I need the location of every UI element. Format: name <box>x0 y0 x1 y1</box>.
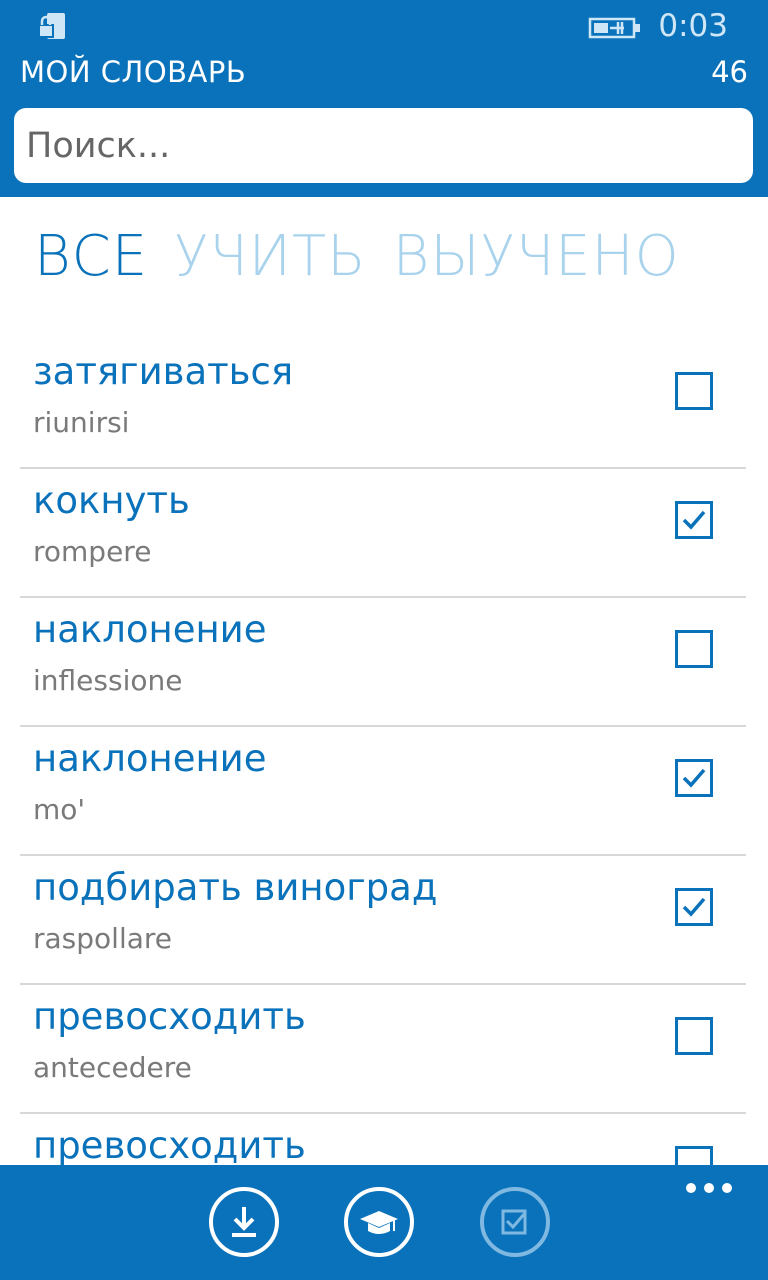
learned-checkbox[interactable] <box>675 1017 713 1055</box>
learned-checkbox[interactable] <box>675 630 713 668</box>
checkmark-icon <box>682 768 706 788</box>
app-bar <box>0 1165 768 1280</box>
list-item[interactable]: подбирать виноград raspollare <box>20 856 746 985</box>
checkbox-icon <box>501 1209 527 1235</box>
download-icon <box>232 1207 256 1237</box>
learned-checkbox[interactable] <box>675 372 713 410</box>
list-item[interactable]: наклонение inflessione <box>20 598 746 727</box>
word-text: наклонение <box>33 608 267 651</box>
tab-all[interactable]: ВСЕ <box>34 224 148 289</box>
translation-text: rompere <box>33 535 152 568</box>
search-input[interactable] <box>14 108 753 183</box>
tab-learn[interactable]: УЧИТЬ <box>174 224 366 289</box>
tab-learned[interactable]: ВЫУЧЕНО <box>393 224 680 289</box>
list-item[interactable]: затягиваться riunirsi <box>20 340 746 469</box>
word-text: подбирать виноград <box>33 866 438 909</box>
word-count: 46 <box>711 55 748 89</box>
translation-text: inflessione <box>33 664 183 697</box>
learned-checkbox[interactable] <box>675 501 713 539</box>
status-time: 0:03 <box>658 8 728 44</box>
page-title: МОЙ СЛОВАРЬ <box>20 55 247 89</box>
word-text: превосходить <box>33 1124 306 1166</box>
translation-text: riunirsi <box>33 406 130 439</box>
translation-text: mo' <box>33 793 86 826</box>
download-button[interactable] <box>209 1187 279 1257</box>
word-text: наклонение <box>33 737 267 780</box>
learned-checkbox[interactable] <box>675 888 713 926</box>
word-text: превосходить <box>33 995 306 1038</box>
word-text: кокнуть <box>33 479 190 522</box>
word-list: затягиваться riunirsi кокнуть rompere на… <box>20 340 746 1166</box>
list-item[interactable]: превосходить antecedere <box>20 985 746 1114</box>
checkmark-icon <box>682 897 706 917</box>
list-item[interactable]: превосходить <box>20 1114 746 1166</box>
word-text: затягиваться <box>33 350 294 393</box>
lock-icon <box>38 13 65 39</box>
translation-text: raspollare <box>33 922 173 955</box>
learned-checkbox[interactable] <box>675 1146 713 1166</box>
list-item[interactable]: наклонение mo' <box>20 727 746 856</box>
learned-checkbox[interactable] <box>675 759 713 797</box>
battery-charging-icon <box>588 17 640 39</box>
mark-learned-button[interactable] <box>480 1187 550 1257</box>
more-dots-icon[interactable] <box>686 1183 734 1197</box>
translation-text: antecedere <box>33 1051 192 1084</box>
checkmark-icon <box>682 510 706 530</box>
filter-tabs: ВСЕ УЧИТЬ ВЫУЧЕНО <box>34 224 706 304</box>
list-item[interactable]: кокнуть rompere <box>20 469 746 598</box>
study-button[interactable] <box>344 1187 414 1257</box>
app-header: 0:03 МОЙ СЛОВАРЬ 46 <box>0 0 768 197</box>
graduation-cap-icon <box>360 1211 398 1234</box>
